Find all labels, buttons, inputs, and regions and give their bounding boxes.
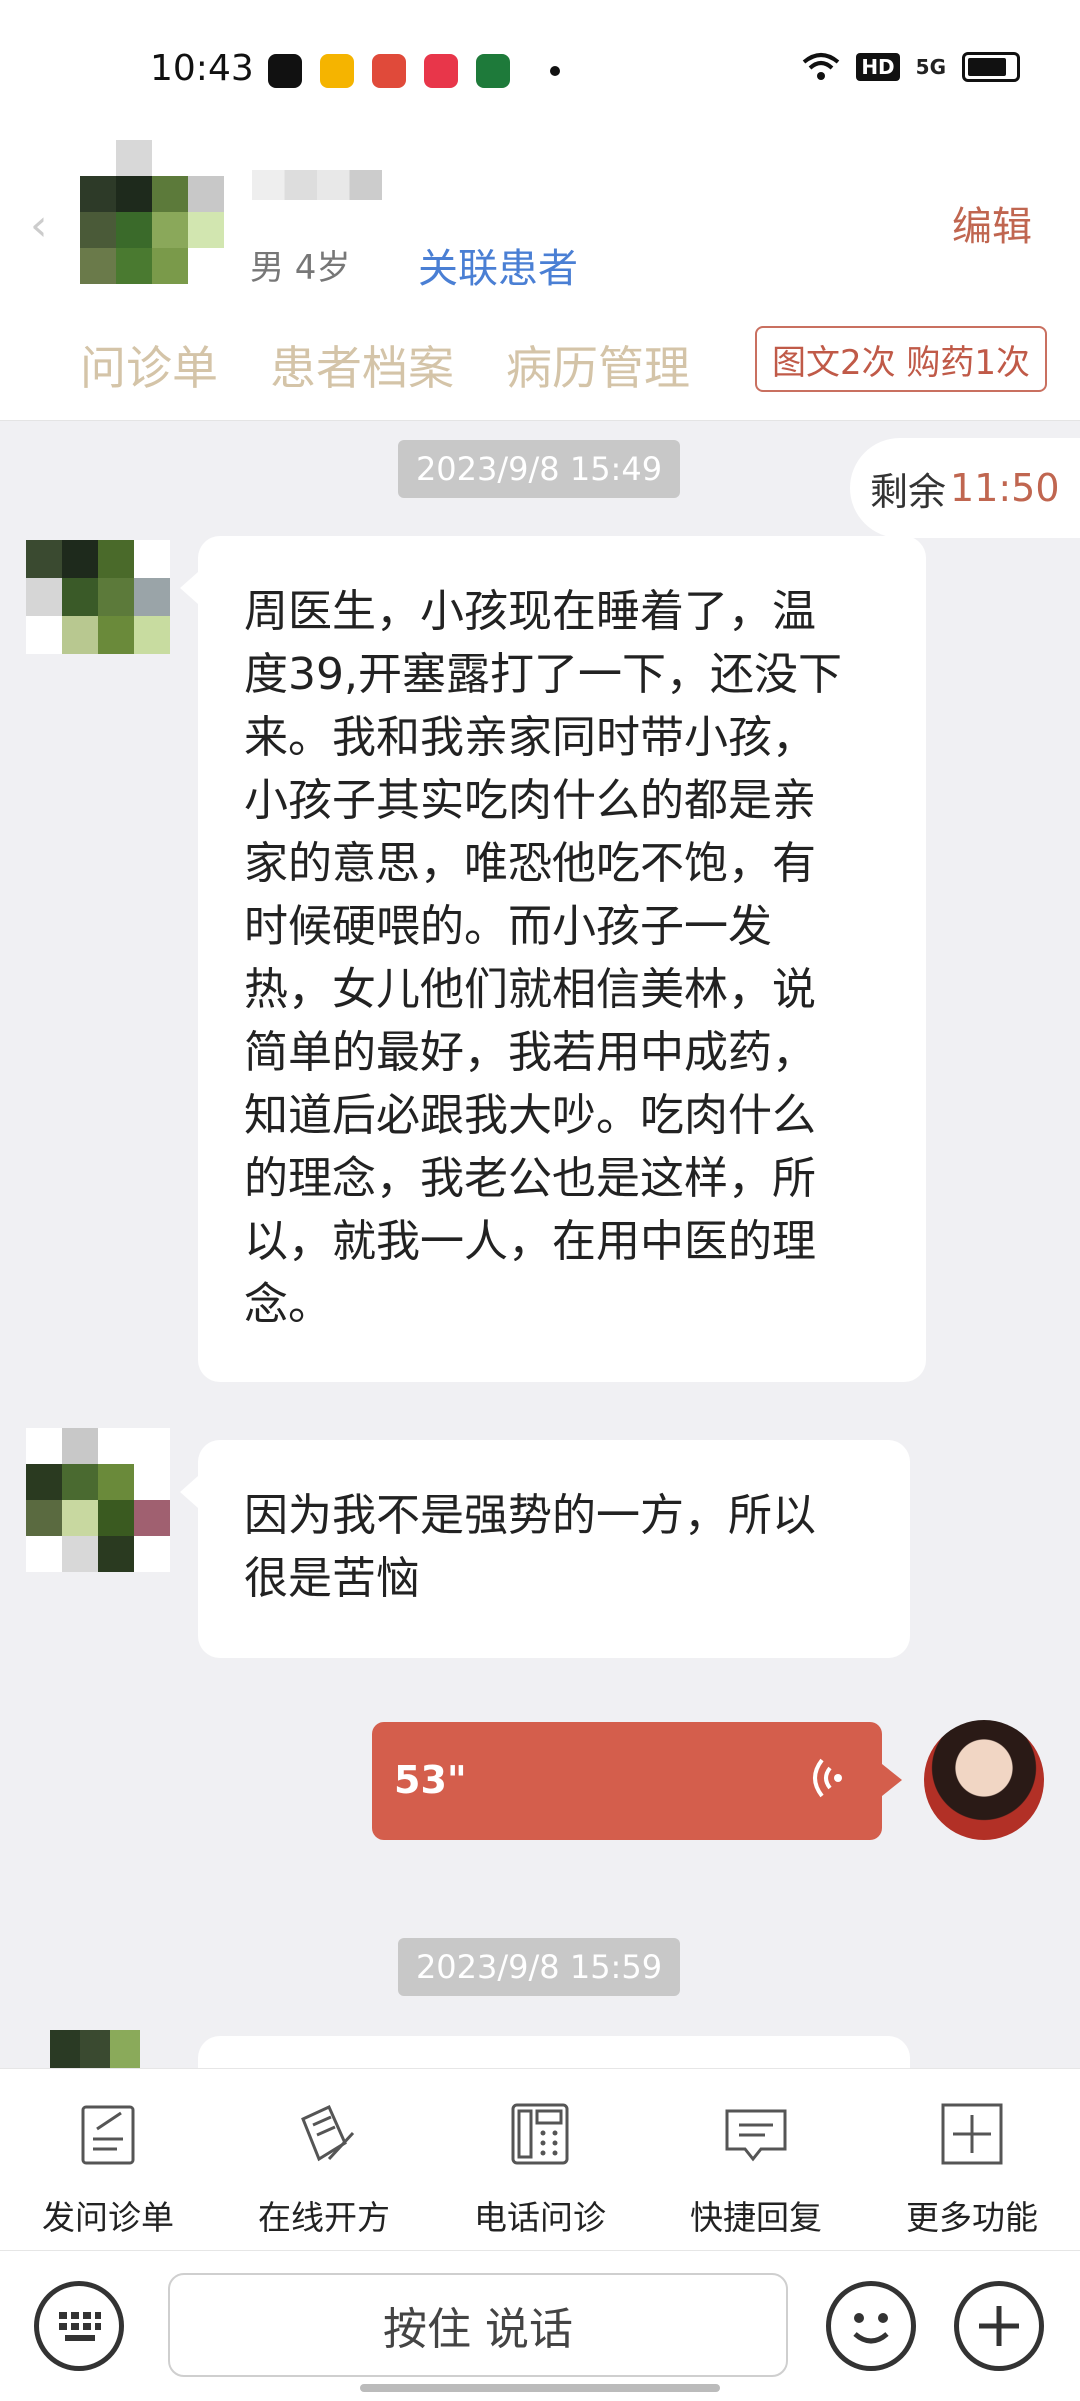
- tiktok-icon: [268, 54, 302, 88]
- patient-header: ‹ 男 4岁 关联患者 编辑 问诊单 患者档案 病历管理 图文2次 购药1次: [0, 140, 1080, 421]
- plus-icon: [979, 2306, 1019, 2346]
- message-line: 时候硬喂的。而小孩子一发: [244, 901, 772, 952]
- remaining-time-value: 11:50: [950, 466, 1060, 510]
- status-bar: 10:43 HD 5G: [0, 0, 1080, 140]
- voice-duration: 53": [394, 1758, 467, 1802]
- patient-chat-avatar: [26, 540, 170, 654]
- chat-timestamp: 2023/9/8 15:59: [398, 1938, 680, 1996]
- smile-icon: [853, 2313, 889, 2344]
- tool-label: 更多功能: [906, 2198, 1038, 2237]
- input-bar: 按住 说话: [0, 2250, 1080, 2401]
- message-line: 的理念，我老公也是这样，所: [244, 1153, 816, 1204]
- weibo-icon: [320, 54, 354, 88]
- patient-chat-avatar: [26, 1428, 170, 1572]
- tool-label: 电话问诊: [474, 2198, 606, 2237]
- phone-consult-button[interactable]: 电话问诊: [432, 2099, 648, 2239]
- link-patient-button[interactable]: 关联患者: [418, 236, 578, 294]
- oppo-icon: [476, 54, 510, 88]
- chat-icon: [725, 2109, 787, 2162]
- message-line: 念。: [244, 1279, 332, 1330]
- remaining-time: 剩余 11:50: [850, 438, 1080, 538]
- keyboard-icon: [59, 2312, 101, 2341]
- phone-icon: [511, 2103, 569, 2165]
- home-indicator[interactable]: [360, 2384, 720, 2392]
- tool-label: 发问诊单: [42, 2198, 174, 2237]
- xiaohongshu-icon: [424, 54, 458, 88]
- message-line: 家的意思，唯恐他吃不饱，有: [244, 838, 816, 889]
- patient-message[interactable]: [180, 2036, 910, 2104]
- more-notifications-icon: [550, 66, 560, 76]
- send-questionnaire-button[interactable]: 发问诊单: [0, 2099, 216, 2239]
- voice-message[interactable]: 53": [372, 1722, 902, 1840]
- doctor-avatar: [924, 1720, 1044, 1840]
- quick-reply-button[interactable]: 快捷回复: [648, 2099, 864, 2239]
- battery-icon: [962, 52, 1020, 82]
- hd-icon: HD: [856, 53, 900, 81]
- patient-avatar: [80, 140, 224, 284]
- message-line: 因为我不是强势的一方，所以: [244, 1490, 816, 1541]
- wifi-icon: [803, 53, 840, 80]
- message-line: 很是苦恼: [244, 1553, 420, 1604]
- edit-button[interactable]: 编辑: [952, 194, 1032, 252]
- function-toolbar: 发问诊单 在线开方 电话问诊 快捷回复 更多功能: [0, 2068, 1080, 2251]
- message-line: 简单的最好，我若用中成药，: [244, 1027, 816, 1078]
- back-arrow-icon[interactable]: ‹: [30, 200, 48, 251]
- patient-name-blurred: [252, 170, 382, 200]
- status-time: 10:43: [150, 48, 254, 89]
- plus-square-icon: [941, 2103, 1003, 2165]
- tab-medical-records[interactable]: 病历管理: [506, 332, 690, 398]
- prescription-icon: [301, 2105, 355, 2162]
- message-line: 周医生，小孩现在睡着了，温: [244, 586, 816, 637]
- keyboard-toggle-button[interactable]: [34, 2281, 124, 2371]
- patient-message[interactable]: 周医生，小孩现在睡着了，温 度39,开塞露打了一下，还没下 来。我和我亲家同时带…: [180, 536, 926, 1382]
- message-line: 度39,开塞露打了一下，还没下: [244, 649, 842, 700]
- press-to-talk-button[interactable]: 按住 说话: [168, 2273, 788, 2377]
- message-line: 知道后必跟我大吵。吃肉什么: [244, 1090, 816, 1141]
- message-line: 以，就我一人，在用中医的理: [244, 1216, 816, 1267]
- emoji-button[interactable]: [826, 2281, 916, 2371]
- tool-label: 快捷回复: [690, 2198, 822, 2237]
- remaining-label: 剩余: [870, 469, 947, 514]
- tool-label: 在线开方: [258, 2198, 390, 2237]
- tab-questionnaire[interactable]: 问诊单: [80, 332, 218, 398]
- more-functions-button[interactable]: 更多功能: [864, 2099, 1080, 2239]
- patient-chat-avatar: [50, 2030, 140, 2068]
- online-prescription-button[interactable]: 在线开方: [216, 2099, 432, 2239]
- patient-message[interactable]: 因为我不是强势的一方，所以 很是苦恼: [180, 1440, 910, 1658]
- signal-icon: 5G: [915, 55, 946, 79]
- consultation-stats-badge[interactable]: 图文2次 购药1次: [755, 326, 1047, 392]
- app-icon: [372, 54, 406, 88]
- chat-timestamp: 2023/9/8 15:49: [398, 440, 680, 498]
- patient-gender-age: 男 4岁: [250, 248, 351, 288]
- voice-wave-icon: [813, 1758, 842, 1798]
- add-button[interactable]: [954, 2281, 1044, 2371]
- message-line: 来。我和我亲家同时带小孩，: [244, 712, 816, 763]
- questionnaire-icon: [81, 2105, 135, 2165]
- tab-patient-profile[interactable]: 患者档案: [270, 332, 454, 398]
- message-line: 热，女儿他们就相信美林，说: [244, 964, 816, 1015]
- message-line: 小孩子其实吃肉什么的都是亲: [244, 775, 816, 826]
